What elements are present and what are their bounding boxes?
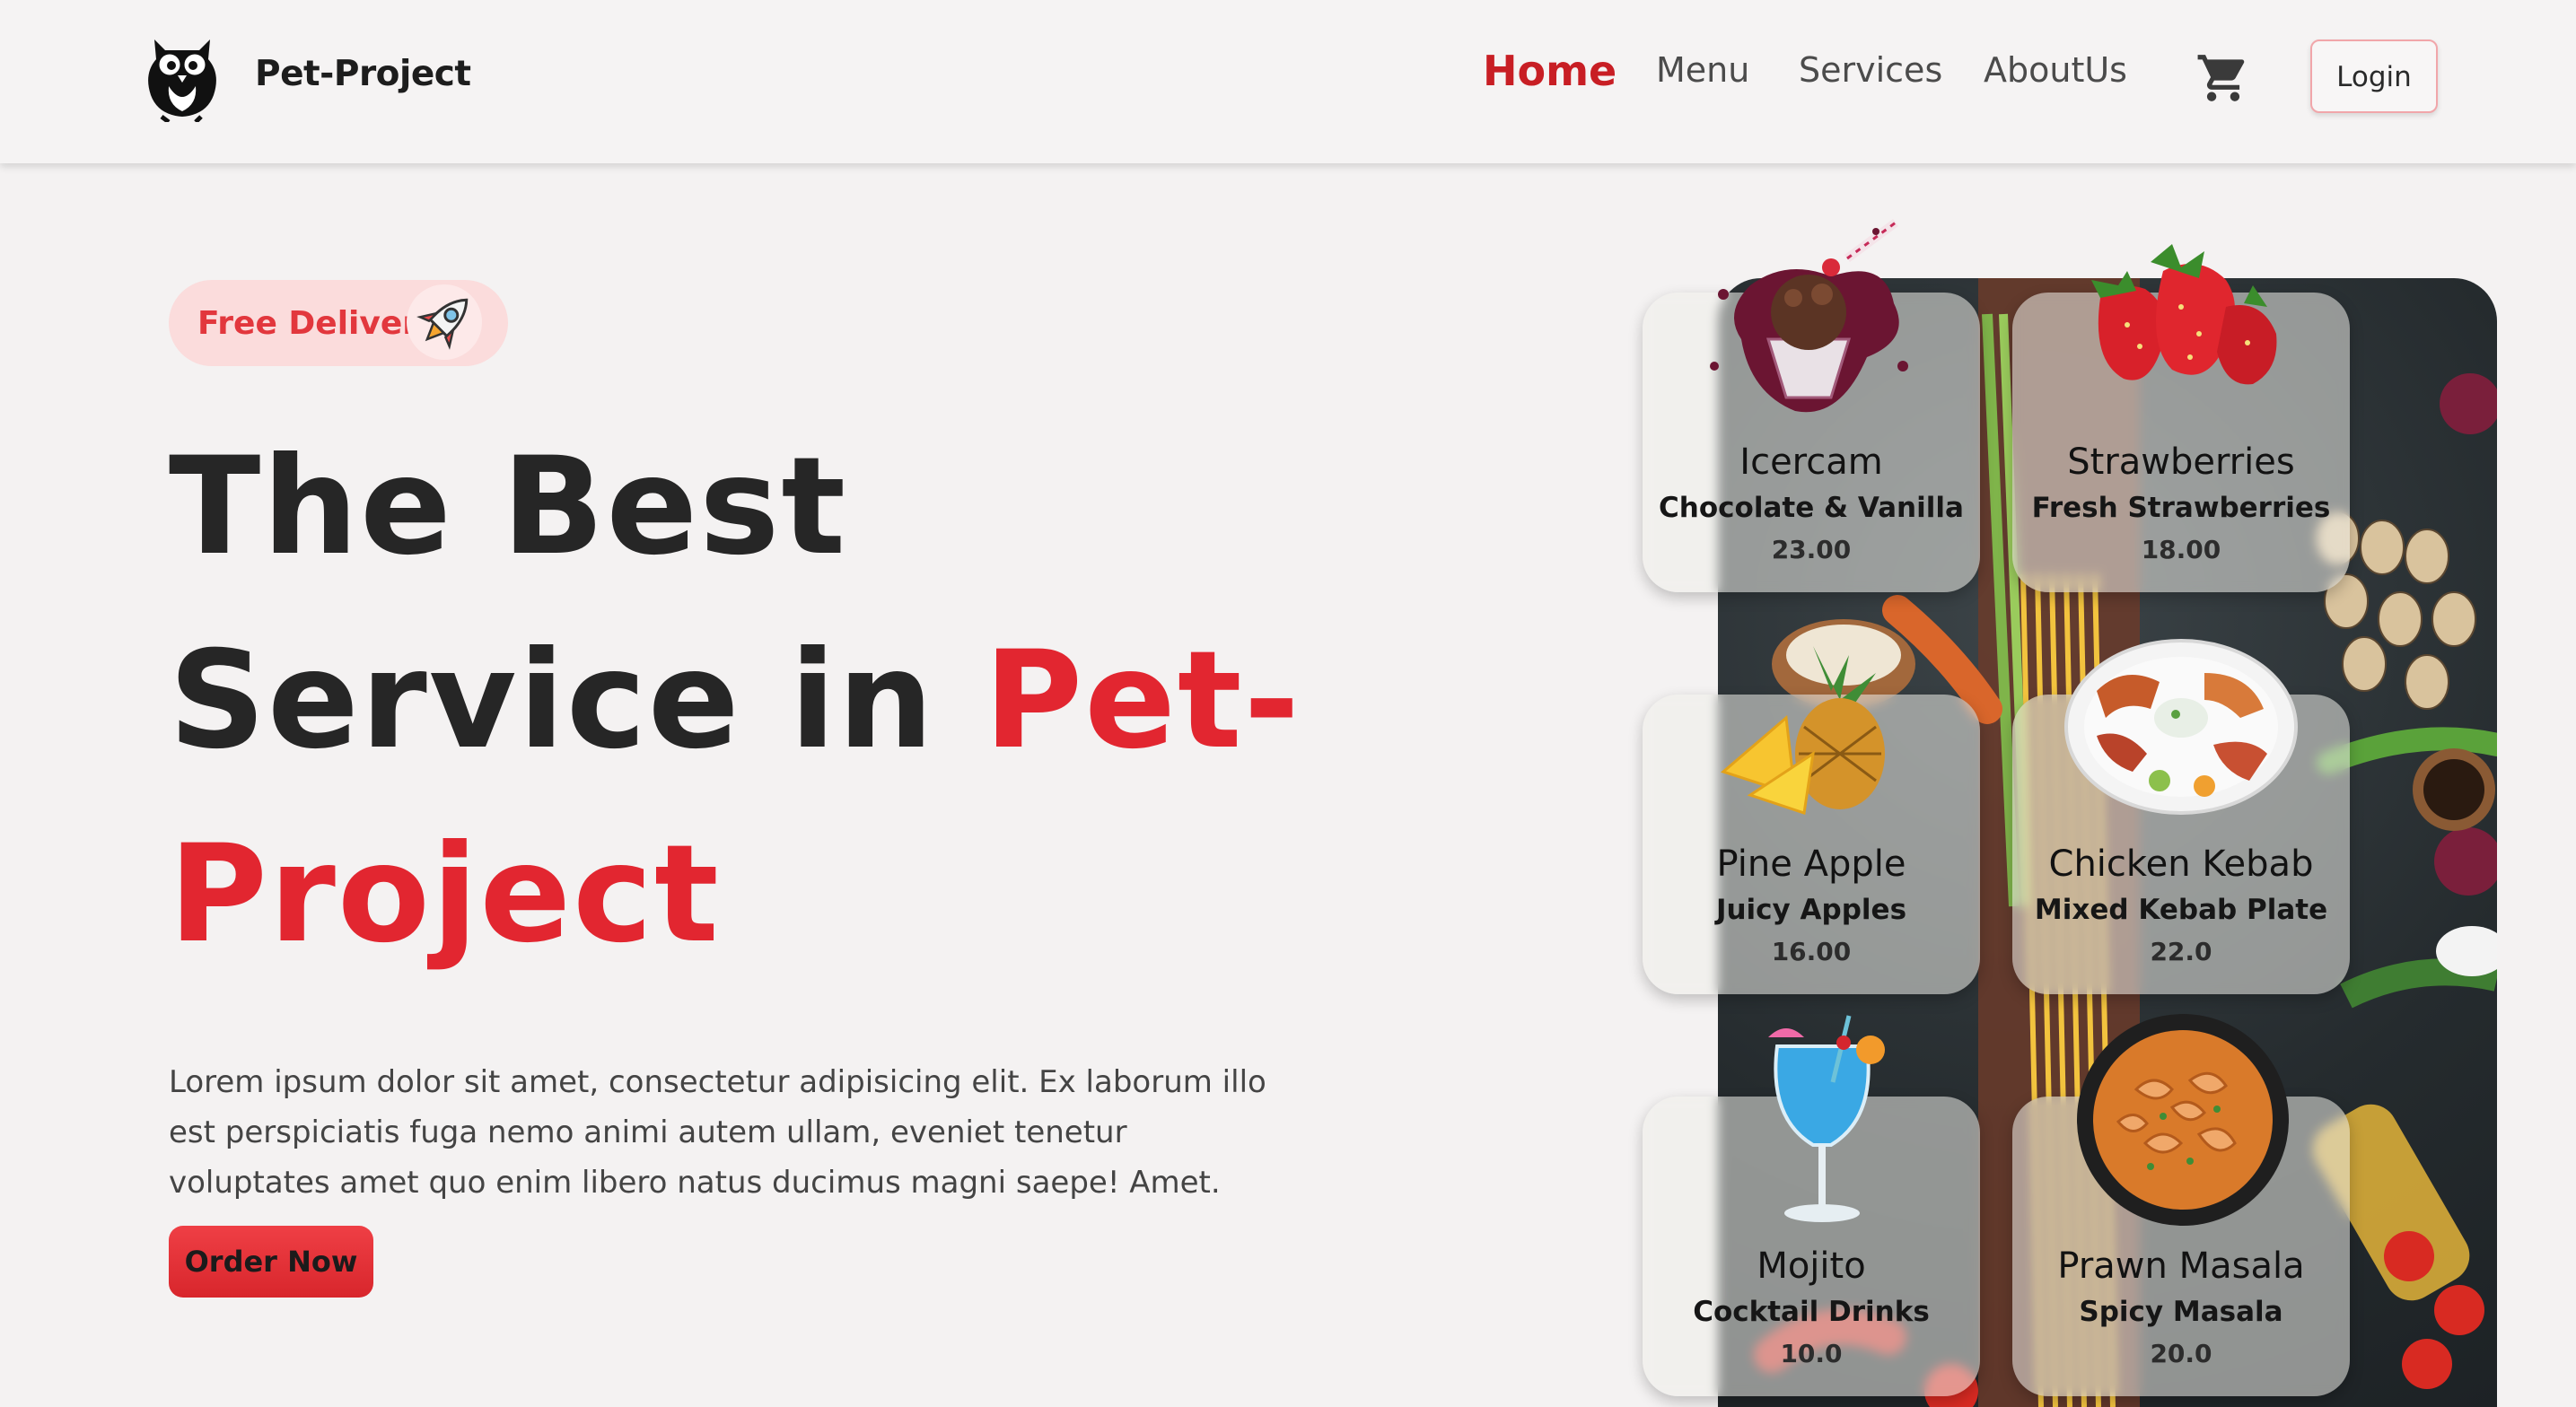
hero-title-prefix: Service in	[169, 623, 985, 779]
card-price: 10.0	[1780, 1339, 1843, 1368]
card-price: 20.0	[2150, 1339, 2212, 1368]
card-price: 22.0	[2150, 937, 2212, 966]
curry-bowl-icon	[2077, 1014, 2289, 1226]
card-title: Strawberries	[2067, 441, 2295, 483]
card-description: Chocolate & Vanilla	[1659, 492, 1964, 524]
nav-home[interactable]: Home	[1483, 47, 1617, 95]
hero-description: Lorem ipsum dolor sit amet, consectetur …	[169, 1064, 1266, 1201]
shopping-cart-icon[interactable]	[2195, 50, 2251, 106]
owl-logo-icon[interactable]	[144, 32, 221, 122]
card-title: Icercam	[1739, 441, 1883, 483]
free-delivery-badge: Free Delivery	[169, 280, 508, 366]
rocket-icon	[407, 284, 482, 360]
card-description: Cocktail Drinks	[1693, 1296, 1930, 1328]
order-now-button[interactable]: Order Now	[169, 1226, 373, 1298]
card-description: Fresh Strawberries	[2031, 492, 2331, 524]
card-price: 23.00	[1771, 535, 1852, 564]
hero-title-line1: The Best	[169, 429, 848, 585]
strawberry-icon	[2091, 244, 2277, 385]
card-title: Prawn Masala	[2057, 1245, 2305, 1287]
card-title: Chicken Kebab	[2048, 843, 2314, 885]
icecream-icon	[1710, 218, 1908, 413]
hero-title-line3: Project	[169, 817, 721, 973]
card-title: Pine Apple	[1716, 843, 1906, 885]
card-description: Juicy Apples	[1715, 894, 1907, 926]
nav-aboutus[interactable]: AboutUs	[1984, 50, 2127, 90]
hero-title-accent: Pet-	[984, 623, 1301, 779]
card-description: Mixed Kebab Plate	[2034, 894, 2328, 926]
login-button[interactable]: Login	[2310, 39, 2438, 113]
card-price: 18.00	[2141, 535, 2221, 564]
pineapple-icon	[1720, 646, 1885, 815]
card-title: Mojito	[1757, 1245, 1866, 1287]
nav-services[interactable]: Services	[1799, 50, 1942, 90]
site-header: Pet-Project Home Menu Services AboutUs L…	[0, 0, 2576, 163]
cocktail-icon	[1768, 1015, 1885, 1222]
card-price: 16.00	[1771, 937, 1852, 966]
kebab-plate-icon	[2064, 639, 2298, 815]
brand-name[interactable]: Pet-Project	[255, 54, 471, 94]
card-description: Spicy Masala	[2079, 1296, 2283, 1328]
nav-menu[interactable]: Menu	[1656, 50, 1749, 90]
hero-title-line2: Service in Pet-	[169, 625, 1301, 777]
